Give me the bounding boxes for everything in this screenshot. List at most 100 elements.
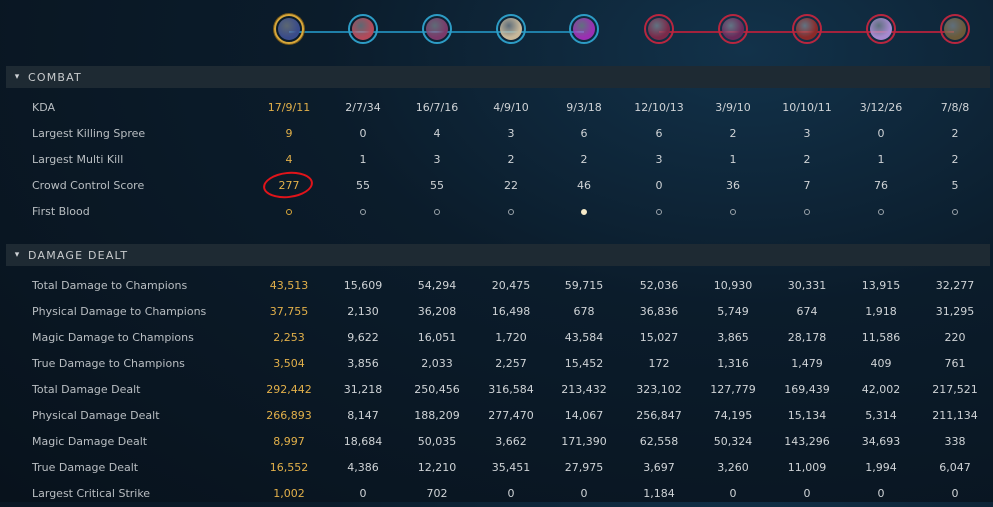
stat-value: 0: [580, 487, 588, 500]
first-blood-indicator: [400, 199, 474, 225]
stat-value: 31,218: [343, 383, 383, 396]
champion-strip: [0, 14, 993, 50]
dot-icon: [286, 209, 292, 215]
stat-value: 52,036: [639, 279, 679, 292]
stat-value: 7: [803, 179, 811, 192]
first-blood-indicator: [547, 199, 621, 225]
stat-value: 188,209: [414, 409, 460, 422]
dot-icon: [434, 209, 440, 215]
champion-portrait-icon[interactable]: [940, 14, 970, 44]
stat-value: 9: [285, 127, 293, 140]
stat-label: First Blood: [32, 205, 90, 218]
stat-value: 217,521: [932, 383, 978, 396]
stat-value: 13,915: [861, 279, 901, 292]
section-title: DAMAGE DEALT: [28, 248, 129, 262]
stat-value: 16,498: [491, 305, 531, 318]
stat-value: 3,865: [717, 331, 749, 344]
stat-row: True Damage Dealt 16,552 4,386 12,210 35,451…: [0, 455, 993, 481]
stat-value: 0: [507, 487, 515, 500]
stat-value: 27,975: [564, 461, 604, 474]
stat-value: 16,051: [417, 331, 457, 344]
stat-value: 4/9/10: [493, 101, 529, 114]
stat-value: 3,260: [717, 461, 749, 474]
stat-value: 5,749: [717, 305, 749, 318]
stat-value: 0: [359, 487, 367, 500]
stat-value: 1: [729, 153, 737, 166]
stat-row: True Damage to Champions 3,504 3,856 2,033 2…: [0, 351, 993, 377]
stat-value: 213,432: [561, 383, 607, 396]
stat-label: Physical Damage to Champions: [32, 305, 207, 318]
stat-value: 2: [803, 153, 811, 166]
stat-value: 36,836: [639, 305, 679, 318]
stat-value: 8,997: [273, 435, 305, 448]
stat-value: 3: [507, 127, 515, 140]
stat-value: 6: [655, 127, 663, 140]
champion-portrait-icon[interactable]: [348, 14, 378, 44]
first-blood-indicator: [474, 199, 548, 225]
first-blood-indicator: [326, 199, 400, 225]
stat-value: 10/10/11: [782, 101, 832, 114]
stat-value: 2,253: [273, 331, 305, 344]
stat-value: 14,067: [564, 409, 604, 422]
stat-value: 0: [803, 487, 811, 500]
first-blood-indicator: [696, 199, 770, 225]
stat-value: 11,586: [861, 331, 901, 344]
stat-label: Crowd Control Score: [32, 179, 145, 192]
section-header-damage-dealt[interactable]: ▾ DAMAGE DEALT: [6, 244, 990, 266]
stat-value: 37,755: [269, 305, 309, 318]
stat-value: 2: [951, 153, 959, 166]
stat-value: 35,451: [491, 461, 531, 474]
stat-value: 3: [433, 153, 441, 166]
stat-value: 702: [426, 487, 448, 500]
stat-value: 20,475: [491, 279, 531, 292]
stat-value: 220: [944, 331, 966, 344]
chevron-down-icon: ▾: [14, 72, 20, 82]
stat-value: 2,033: [421, 357, 453, 370]
stat-value: 172: [648, 357, 670, 370]
dot-icon: [656, 209, 662, 215]
stat-value: 3/9/10: [715, 101, 751, 114]
stat-row: Physical Damage Dealt 266,893 8,147 188,209…: [0, 403, 993, 429]
section-header-combat[interactable]: ▾ COMBAT: [6, 66, 990, 88]
stat-value: 43,584: [564, 331, 604, 344]
stat-value: 2,257: [495, 357, 527, 370]
champion-portrait-icon[interactable]: [569, 14, 599, 44]
stat-label: True Damage to Champions: [32, 357, 185, 370]
stat-value: 4,386: [347, 461, 379, 474]
stat-value: 143,296: [784, 435, 830, 448]
section-title: COMBAT: [28, 70, 82, 84]
stat-value: 32,277: [935, 279, 975, 292]
stat-value: 3,856: [347, 357, 379, 370]
stat-label: KDA: [32, 101, 56, 114]
stat-value: 55: [430, 179, 444, 192]
first-blood-indicator: [918, 199, 992, 225]
champion-portrait-icon[interactable]: [644, 14, 674, 44]
stat-row: Largest Critical Strike 1,002 0 702 0 0 1,184 0…: [0, 481, 993, 507]
stat-value: 169,439: [784, 383, 830, 396]
stat-row: Magic Damage to Champions 2,253 9,622 16,05…: [0, 325, 993, 351]
stat-value: 1,918: [865, 305, 897, 318]
champion-portrait-icon[interactable]: [422, 14, 452, 44]
stat-value: 316,584: [488, 383, 534, 396]
stat-value: 18,684: [343, 435, 383, 448]
stat-value: 36: [726, 179, 740, 192]
stat-value: 4: [285, 153, 293, 166]
stat-label: True Damage Dealt: [32, 461, 139, 474]
stat-value: 30,331: [787, 279, 827, 292]
stat-value: 2: [729, 127, 737, 140]
stat-value: 277,470: [488, 409, 534, 422]
stat-value: 43,513: [269, 279, 309, 292]
champion-portrait-icon[interactable]: [274, 14, 304, 44]
stat-value: 761: [944, 357, 966, 370]
champion-portrait-icon[interactable]: [866, 14, 896, 44]
stat-value: 292,442: [266, 383, 312, 396]
stat-value: 171,390: [561, 435, 607, 448]
champion-portrait-icon[interactable]: [496, 14, 526, 44]
stat-value: 1,720: [495, 331, 527, 344]
champion-portrait-icon[interactable]: [718, 14, 748, 44]
champion-portrait-icon[interactable]: [792, 14, 822, 44]
stat-value: 9,622: [347, 331, 379, 344]
stat-value: 12,210: [417, 461, 457, 474]
stat-value: 15,609: [343, 279, 383, 292]
dot-icon: [804, 209, 810, 215]
